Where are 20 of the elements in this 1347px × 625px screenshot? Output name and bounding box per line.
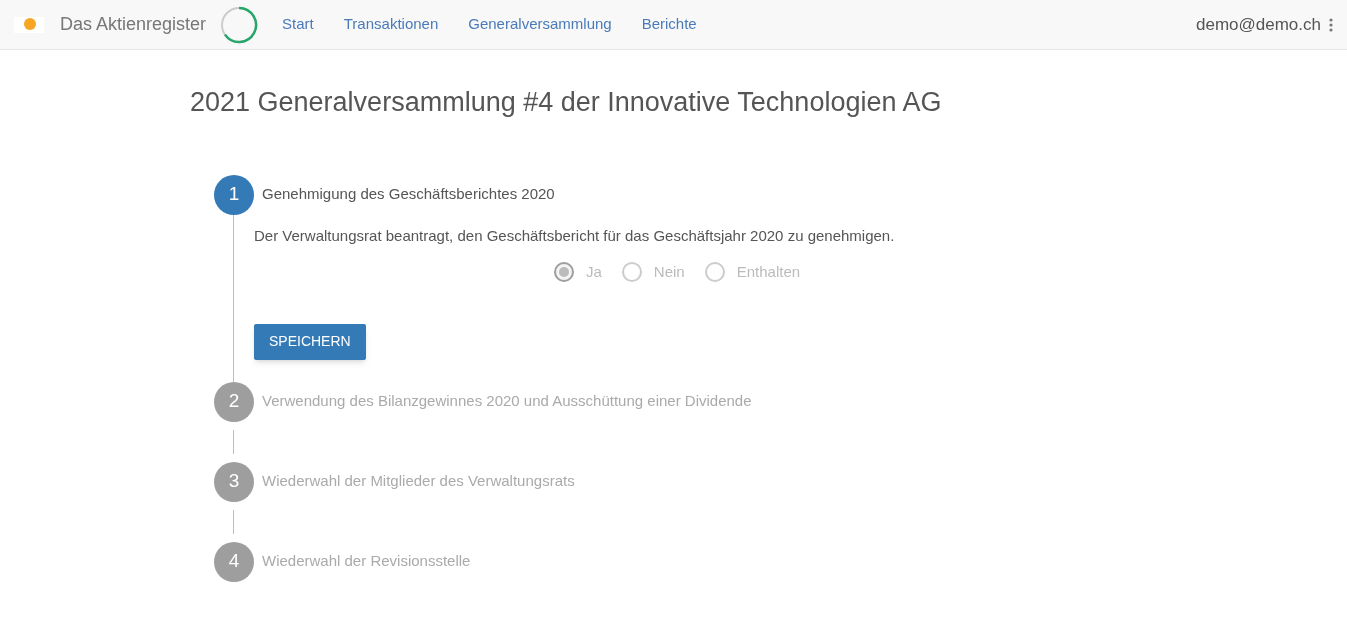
motion-text: Der Verwaltungsrat beantragt, den Geschäftsbericht für das Geschäftsjahr 2020 zu genehmigen. (254, 225, 896, 246)
user-email[interactable]: demo@demo.ch (1196, 11, 1321, 38)
step-title[interactable]: Wiederwahl der Revisionsstelle (262, 550, 471, 573)
step-number: 2 (214, 381, 254, 422)
step-number: 1 (214, 174, 254, 215)
progress-ring-icon (220, 5, 259, 44)
nav-link[interactable]: Transaktionen (343, 13, 439, 36)
save-button[interactable]: SPEICHERN (254, 323, 366, 360)
step-title[interactable]: Genehmigung des Geschäftsberichtes 2020 (262, 183, 555, 206)
logo-icon (14, 16, 44, 33)
page-title: 2021 Generalversammlung #4 der Innovative Technologien AG (190, 86, 943, 119)
step-number: 4 (214, 541, 254, 582)
step-number: 3 (214, 461, 254, 502)
step-title[interactable]: Verwendung des Bilanzgewinnes 2020 und Ausschüttung einer Dividende (262, 390, 752, 413)
nav-link[interactable]: Start (282, 13, 314, 36)
more-options-icon[interactable] (1329, 17, 1333, 32)
nav-link[interactable]: Generalversammlung (468, 13, 612, 36)
step-title[interactable]: Wiederwahl der Mitglieder des Verwaltungsrats (262, 470, 575, 493)
nav-link[interactable]: Berichte (641, 13, 697, 36)
brand-name[interactable]: Das Aktienregister (60, 11, 207, 38)
